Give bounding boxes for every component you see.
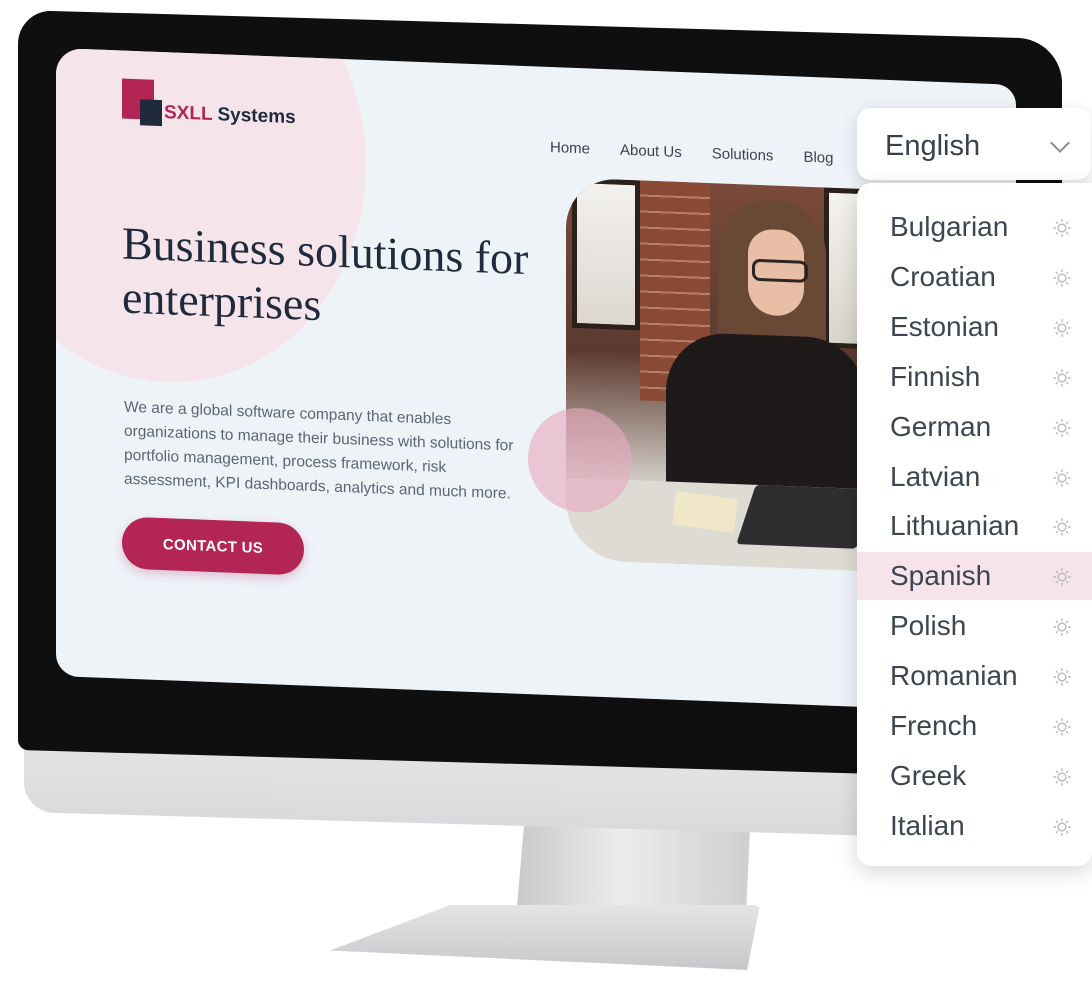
logo-text-accent: SXLL <box>164 102 213 126</box>
language-select[interactable]: English <box>857 108 1091 180</box>
language-option-spanish[interactable]: Spanish <box>857 552 1092 601</box>
language-option-label: Italian <box>890 809 965 841</box>
gear-icon <box>1051 217 1073 239</box>
language-option-romanian[interactable]: Romanian <box>857 652 1092 700</box>
hero-headline: Business solutions for enterprises <box>122 217 529 331</box>
logo-square-navy <box>140 99 162 127</box>
chevron-down-icon <box>1050 133 1070 153</box>
language-option-label: German <box>890 410 992 442</box>
logo-text-rest: Systems <box>212 104 296 129</box>
logo[interactable]: SXLL Systems <box>122 78 322 133</box>
language-option-estonian[interactable]: Estonian <box>857 303 1092 351</box>
nav-about-us[interactable]: About Us <box>620 142 682 161</box>
language-option-label: French <box>890 710 978 741</box>
gear-icon <box>1051 616 1073 638</box>
language-option-label: Romanian <box>890 660 1018 692</box>
language-option-french[interactable]: French <box>857 702 1092 750</box>
gear-icon <box>1051 267 1073 289</box>
gear-icon <box>1051 467 1073 489</box>
language-option-latvian[interactable]: Latvian <box>857 453 1092 501</box>
gear-icon <box>1051 516 1073 538</box>
language-option-label: Greek <box>890 759 967 791</box>
photo-person-glasses <box>752 258 808 283</box>
gear-icon <box>1051 417 1073 439</box>
language-option-finnish[interactable]: Finnish <box>857 353 1092 401</box>
nav-solutions[interactable]: Solutions <box>712 145 774 164</box>
gear-icon <box>1051 666 1073 688</box>
language-option-label: Lithuanian <box>890 510 1020 542</box>
language-select-value: English <box>885 130 981 162</box>
language-option-label: Finnish <box>890 360 981 392</box>
language-option-bulgarian[interactable]: Bulgarian <box>857 203 1092 251</box>
gear-icon <box>1051 816 1073 838</box>
photo-window-left <box>572 177 640 331</box>
language-option-label: Polish <box>890 610 967 642</box>
language-menu: Bulgarian Croatian Estonian Finnish German La… <box>857 183 1092 866</box>
language-option-german[interactable]: German <box>857 403 1092 451</box>
language-option-label: Latvian <box>890 460 981 492</box>
monitor-stand-base <box>330 905 760 970</box>
language-option-italian[interactable]: Italian <box>857 802 1092 850</box>
logo-text: SXLL Systems <box>164 102 296 129</box>
language-option-greek[interactable]: Greek <box>857 752 1092 800</box>
main-nav: Home About Us Solutions Blog <box>550 139 833 167</box>
gear-icon <box>1051 317 1073 339</box>
language-option-label: Spanish <box>890 560 992 592</box>
language-option-polish[interactable]: Polish <box>857 602 1092 650</box>
nav-home[interactable]: Home <box>550 139 590 158</box>
contact-us-button[interactable]: CONTACT US <box>122 516 304 576</box>
language-option-label: Estonian <box>890 310 999 342</box>
hero-photo <box>566 177 896 573</box>
language-option-lithuanian[interactable]: Lithuanian <box>857 502 1092 550</box>
nav-blog[interactable]: Blog <box>803 149 833 167</box>
gear-icon <box>1051 367 1073 389</box>
hero-description: We are a global software company that en… <box>124 398 514 503</box>
language-option-label: Bulgarian <box>890 211 1009 242</box>
language-option-label: Croatian <box>890 260 996 292</box>
gear-icon <box>1051 766 1073 788</box>
gear-icon <box>1051 716 1073 738</box>
gear-icon <box>1051 566 1073 588</box>
language-option-croatian[interactable]: Croatian <box>857 253 1092 301</box>
photo-laptop <box>736 484 876 549</box>
